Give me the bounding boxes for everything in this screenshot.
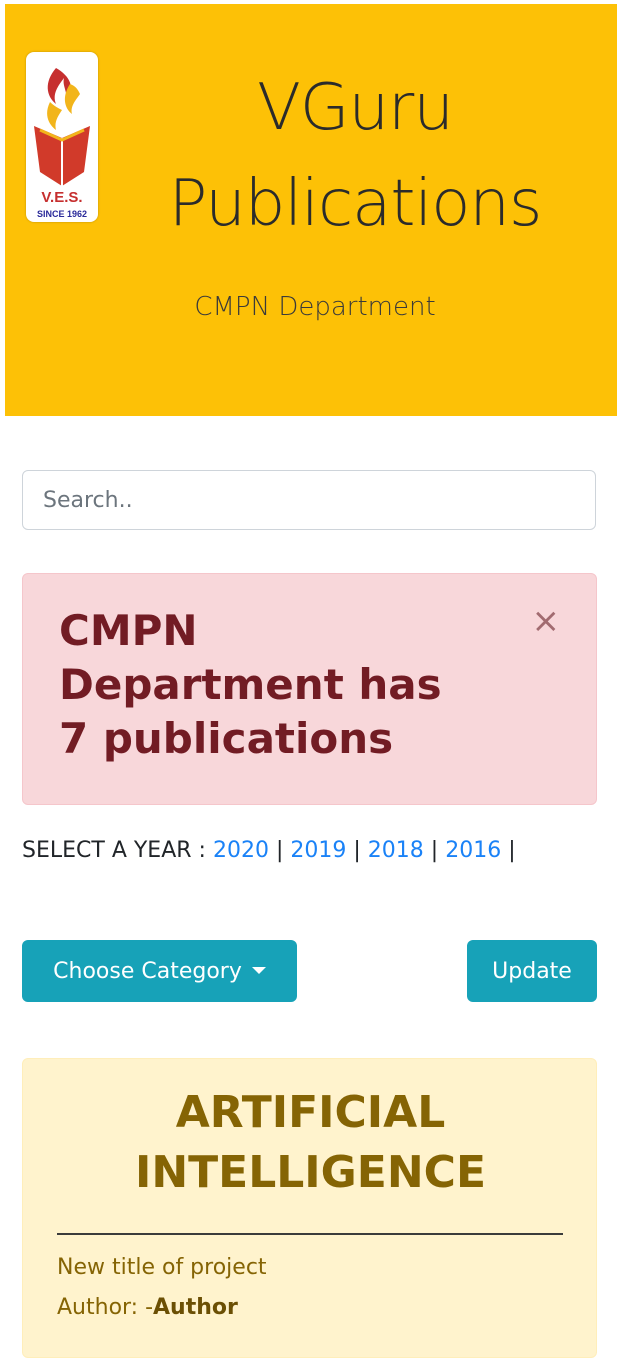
category-title: ARTIFICIAL INTELLIGENCE [23, 1083, 598, 1203]
alert-line-3: 7 publications [59, 714, 394, 763]
year-selector-label: SELECT A YEAR : [22, 838, 206, 863]
year-link-2018[interactable]: 2018 [368, 838, 424, 863]
category-title-line-1: ARTIFICIAL [175, 1087, 446, 1138]
card-divider [57, 1233, 563, 1235]
ves-flame-book-icon: V.E.S. SINCE 1962 [34, 68, 90, 219]
year-separator: | [508, 838, 516, 863]
year-link-2016[interactable]: 2016 [445, 838, 501, 863]
caret-down-icon [251, 966, 266, 974]
ves-logo-text: V.E.S. [41, 189, 82, 206]
year-selector: SELECT A YEAR : 2020 | 2019 | 2018 | 201… [22, 838, 516, 863]
category-card: ARTIFICIAL INTELLIGENCE New title of pro… [22, 1058, 597, 1358]
close-icon[interactable]: × [532, 604, 561, 638]
site-title-line-2: Publications [168, 167, 543, 241]
year-separator: | [275, 838, 284, 863]
project-title: New title of project [57, 1255, 267, 1280]
year-link-2019[interactable]: 2019 [290, 838, 346, 863]
ves-logo-since: SINCE 1962 [37, 209, 87, 219]
alert-message: CMPN Department has 7 publications [59, 604, 489, 766]
site-header: V.E.S. SINCE 1962 VGuru Publications CMP… [5, 4, 617, 416]
year-separator: | [430, 838, 439, 863]
choose-category-label: Choose Category [53, 958, 242, 984]
project-author: Author: -Author [57, 1295, 238, 1320]
search-input[interactable] [22, 470, 596, 530]
category-title-line-2: INTELLIGENCE [134, 1147, 487, 1198]
alert-line-2: Department has [59, 660, 442, 709]
site-title: VGuru Publications [115, 60, 595, 252]
update-button[interactable]: Update [467, 940, 597, 1002]
year-separator: | [353, 838, 361, 863]
year-link-2020[interactable]: 2020 [213, 838, 269, 863]
alert-line-1: CMPN [59, 606, 198, 655]
author-label: Author: - [57, 1295, 154, 1320]
site-title-line-1: VGuru [257, 71, 454, 145]
publication-count-alert: CMPN Department has 7 publications × [22, 573, 597, 805]
choose-category-button[interactable]: Choose Category [22, 940, 297, 1002]
author-name: Author [153, 1295, 238, 1320]
department-subtitle: CMPN Department [194, 292, 436, 322]
ves-logo: V.E.S. SINCE 1962 [26, 52, 98, 222]
